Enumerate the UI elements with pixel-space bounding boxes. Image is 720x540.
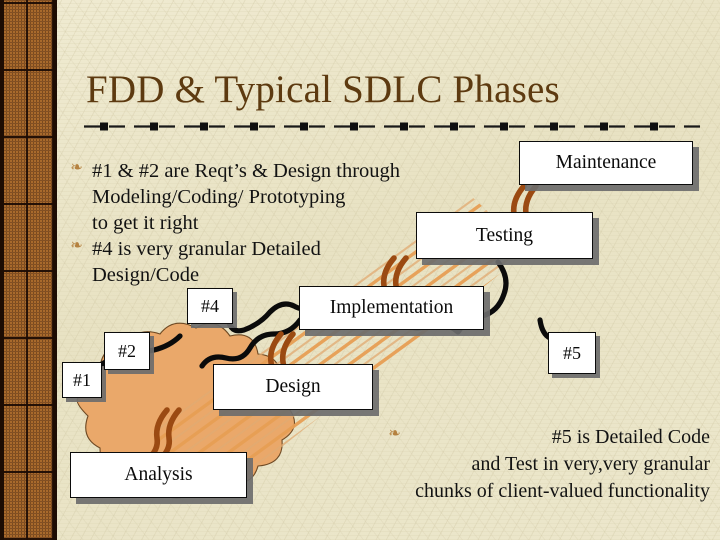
bullet-item: ❧ #5 is Detailed Code and Test in very,v…: [388, 424, 710, 505]
floret-bullet-icon: ❧: [70, 160, 83, 176]
phase-box-maintenance[interactable]: Maintenance: [519, 141, 693, 185]
phase-box-testing[interactable]: Testing: [416, 212, 593, 259]
slide-title: FDD & Typical SDLC Phases: [86, 68, 560, 111]
bullet-line: Modeling/Coding/ Prototyping: [92, 186, 346, 208]
bullet-line: and Test in very,very granular: [471, 453, 710, 475]
title-dash-dot-rule: [84, 122, 700, 131]
slide-canvas: FDD & Typical SDLC Phases ❧ #1 & #2 are …: [0, 0, 720, 540]
floret-bullet-icon: ❧: [388, 426, 401, 442]
step-marker-4[interactable]: #4: [187, 288, 233, 324]
step-marker-5[interactable]: #5: [548, 332, 596, 374]
step-marker-2[interactable]: #2: [104, 332, 150, 370]
step-marker-1[interactable]: #1: [62, 362, 102, 398]
left-texture-band: [0, 0, 57, 540]
band-edge-left: [0, 0, 4, 540]
bullet-line: #5 is Detailed Code: [551, 426, 710, 448]
floret-bullet-icon: ❧: [70, 238, 83, 254]
bullet-line: #1 & #2 are Reqt’s & Design through: [92, 160, 401, 182]
band-edge-right: [53, 0, 57, 540]
phase-box-implementation[interactable]: Implementation: [299, 286, 484, 330]
bullet-line: Design/Code: [92, 264, 200, 286]
phase-box-design[interactable]: Design: [213, 364, 373, 410]
bullet-line: chunks of client-valued functionality: [415, 480, 710, 502]
phase-box-analysis[interactable]: Analysis: [70, 452, 247, 498]
bullet-list-right: ❧ #5 is Detailed Code and Test in very,v…: [388, 424, 710, 505]
